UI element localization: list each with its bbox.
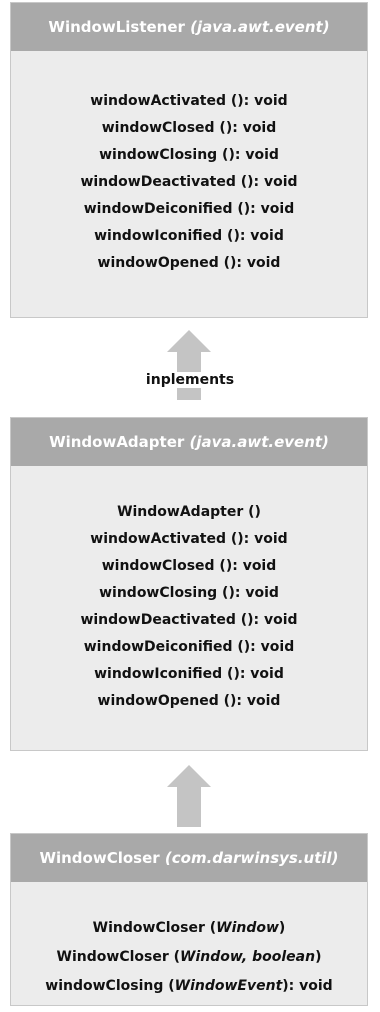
method-item: windowIconified (): void — [94, 666, 284, 682]
method-suffix: ) — [278, 920, 286, 936]
window-listener-box: WindowListener (java.awt.event) windowAc… — [10, 2, 368, 318]
method-suffix: ) — [315, 949, 322, 965]
method-item: windowDeactivated (): void — [80, 174, 298, 190]
method-item: windowActivated (): void — [90, 531, 288, 547]
window-listener-name: WindowListener — [48, 18, 185, 36]
window-adapter-header: WindowAdapter (java.awt.event) — [11, 418, 367, 466]
window-listener-header: WindowListener (java.awt.event) — [11, 3, 367, 51]
method-item: windowIconified (): void — [94, 228, 284, 244]
method-item: windowActivated (): void — [90, 93, 288, 109]
window-closer-header: WindowCloser (com.darwinsys.util) — [11, 834, 367, 882]
method-item: windowDeiconified (): void — [83, 639, 295, 655]
window-listener-methods: windowActivated (): void windowClosed ()… — [11, 51, 367, 277]
method-param: Window, boolean — [180, 949, 316, 965]
extends-arrow-icon — [167, 765, 211, 827]
window-closer-name: WindowCloser — [39, 849, 160, 867]
implements-label-text: inplements — [141, 372, 239, 388]
method-item: WindowCloser (Window, boolean) — [11, 943, 367, 972]
method-prefix: WindowCloser ( — [92, 920, 217, 936]
method-prefix: windowClosing ( — [45, 978, 175, 994]
method-item: windowDeiconified (): void — [83, 201, 295, 217]
window-closer-methods: WindowCloser (Window) WindowCloser (Wind… — [11, 882, 367, 1001]
method-item: windowClosing (): void — [99, 147, 279, 163]
window-closer-box: WindowCloser (com.darwinsys.util) Window… — [10, 833, 368, 1006]
method-item: windowOpened (): void — [97, 255, 281, 271]
method-suffix: ): void — [282, 978, 333, 994]
method-item: WindowAdapter () — [117, 504, 261, 520]
method-item: windowClosed (): void — [101, 120, 277, 136]
window-adapter-box: WindowAdapter (java.awt.event) WindowAda… — [10, 417, 368, 751]
window-adapter-name: WindowAdapter — [49, 433, 185, 451]
method-item: windowClosing (WindowEvent): void — [11, 972, 367, 1001]
method-prefix: WindowCloser ( — [56, 949, 181, 965]
method-item: windowClosing (): void — [99, 585, 279, 601]
window-adapter-package: (java.awt.event) — [189, 433, 329, 451]
method-item: WindowCloser (Window) — [11, 914, 367, 943]
method-param: Window — [216, 920, 279, 936]
method-item: windowDeactivated (): void — [80, 612, 298, 628]
method-item: windowOpened (): void — [97, 693, 281, 709]
method-item: windowClosed (): void — [101, 558, 277, 574]
window-listener-package: (java.awt.event) — [190, 18, 330, 36]
window-closer-package: (com.darwinsys.util) — [164, 849, 339, 867]
method-param: WindowEvent — [174, 978, 283, 994]
implements-label: inplements — [0, 370, 380, 390]
window-adapter-methods: WindowAdapter () windowActivated (): voi… — [11, 466, 367, 715]
